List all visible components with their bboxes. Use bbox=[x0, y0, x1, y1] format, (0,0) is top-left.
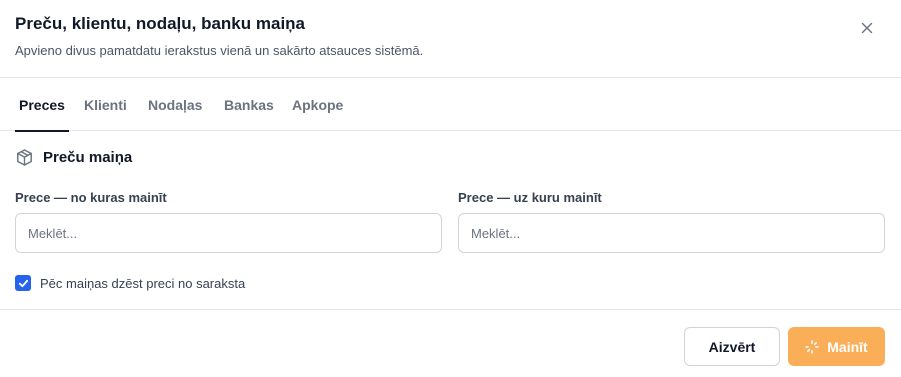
from-field bbox=[15, 213, 442, 253]
delete-after-merge-row: Pēc maiņas dzēst preci no saraksta bbox=[15, 275, 245, 291]
section-title: Preču maiņa bbox=[43, 149, 133, 166]
close-dialog-button[interactable]: Aizvērt bbox=[684, 327, 780, 366]
dialog-subtitle: Apvieno divus pamatdatu ierakstus vienā … bbox=[15, 43, 424, 58]
dialog-footer: Aizvērt Mainīt bbox=[0, 309, 901, 377]
tab-nodalas[interactable]: Nodaļas bbox=[148, 78, 202, 131]
dialog-title: Preču, klientu, nodaļu, banku maiņa bbox=[15, 14, 306, 33]
section-header: Preču maiņa bbox=[15, 148, 132, 167]
delete-after-merge-checkbox[interactable] bbox=[15, 275, 31, 291]
close-button[interactable] bbox=[856, 17, 878, 39]
merge-button-label: Mainīt bbox=[827, 338, 868, 355]
loader-icon bbox=[805, 339, 820, 354]
to-field-label: Prece — uz kuru mainīt bbox=[458, 190, 602, 205]
close-icon bbox=[861, 22, 873, 34]
merge-button[interactable]: Mainīt bbox=[788, 327, 885, 366]
to-field bbox=[458, 213, 885, 253]
from-search-input[interactable] bbox=[16, 214, 441, 252]
dialog-header: Preču, klientu, nodaļu, banku maiņa Apvi… bbox=[0, 0, 901, 78]
to-search-input[interactable] bbox=[459, 214, 884, 252]
from-field-label: Prece — no kuras mainīt bbox=[15, 190, 167, 205]
tab-preces[interactable]: Preces bbox=[15, 78, 69, 132]
tab-apkope[interactable]: Apkope bbox=[292, 78, 343, 131]
tab-klienti[interactable]: Klienti bbox=[84, 78, 127, 131]
merge-dialog: Preču, klientu, nodaļu, banku maiņa Apvi… bbox=[0, 0, 901, 377]
tab-bar: Preces Klienti Nodaļas Bankas Apkope bbox=[0, 78, 901, 132]
package-icon bbox=[17, 149, 32, 166]
tab-bankas[interactable]: Bankas bbox=[224, 78, 274, 131]
delete-after-merge-label: Pēc maiņas dzēst preci no saraksta bbox=[40, 275, 246, 291]
checkmark-icon bbox=[18, 279, 28, 287]
